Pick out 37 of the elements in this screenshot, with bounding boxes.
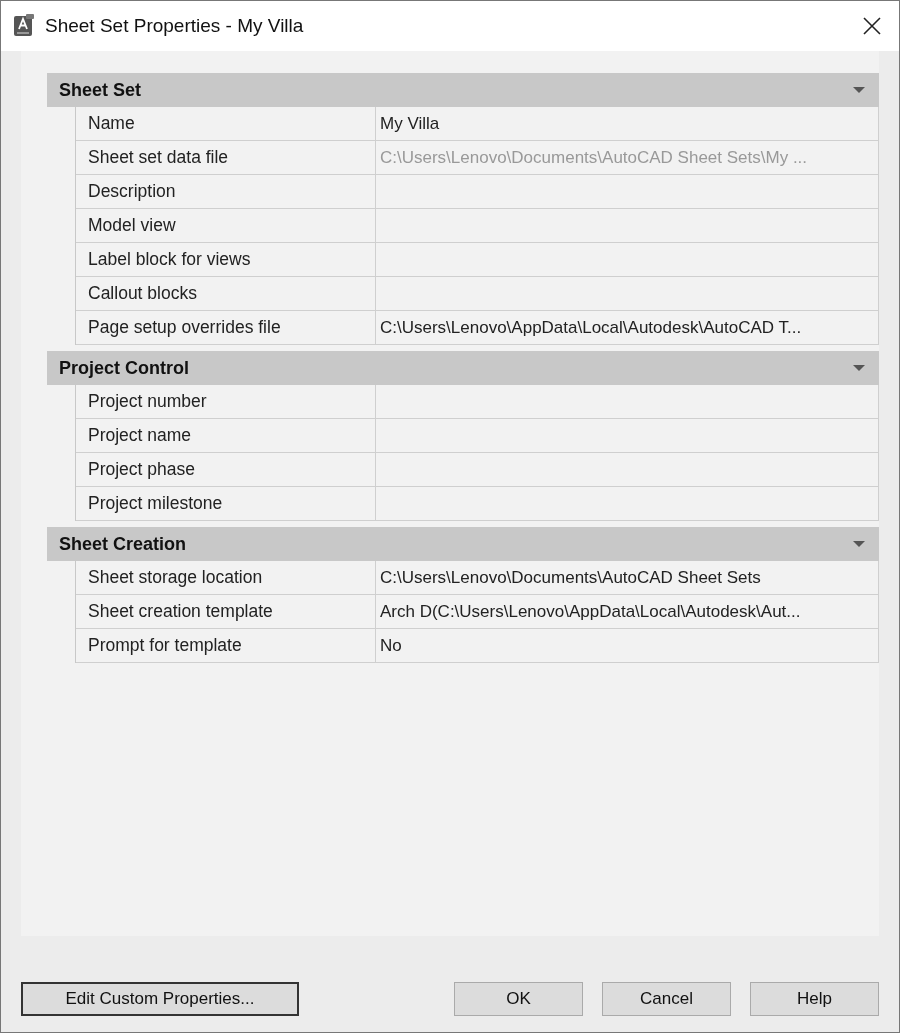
property-value[interactable] [376,277,879,311]
property-value[interactable] [376,243,879,277]
property-name: Project phase [76,453,376,487]
property-value[interactable] [376,209,879,243]
property-name: Sheet creation template [76,595,376,629]
property-value[interactable]: C:\Users\Lenovo\AppData\Local\Autodesk\AutoCAD T... [376,311,879,345]
property-name: Project number [76,385,376,419]
window-title: Sheet Set Properties - My Villa [45,15,305,37]
property-value[interactable]: No [376,629,879,663]
property-name: Sheet set data file [76,141,376,175]
property-value[interactable] [376,453,879,487]
property-name: Label block for views [76,243,376,277]
dialog-button[interactable]: OK [454,982,583,1016]
property-name: Model view [76,209,376,243]
property-name: Page setup overrides file [76,311,376,345]
property-value[interactable]: My Villa [376,107,879,141]
section-header[interactable]: Sheet Set [47,73,879,107]
property-value[interactable]: C:\Users\Lenovo\Documents\AutoCAD Sheet Sets [376,561,879,595]
property-name: Callout blocks [76,277,376,311]
property-name: Project name [76,419,376,453]
property-value[interactable] [376,487,879,521]
dialog-button[interactable]: Edit Custom Properties... [21,982,299,1016]
property-name: Project milestone [76,487,376,521]
app-icon [13,14,35,38]
property-value[interactable] [376,385,879,419]
property-name: Sheet storage location [76,561,376,595]
property-value[interactable] [376,175,879,209]
property-name: Name [76,107,376,141]
property-value[interactable] [376,419,879,453]
section-header[interactable]: Sheet Creation [47,527,879,561]
property-name: Description [76,175,376,209]
close-icon[interactable] [863,17,881,35]
section-header[interactable]: Project Control [47,351,879,385]
dialog-button[interactable]: Help [750,982,879,1016]
dialog-button[interactable]: Cancel [602,982,731,1016]
property-value[interactable]: Arch D(C:\Users\Lenovo\AppData\Local\Autodesk\Aut... [376,595,879,629]
property-name: Prompt for template [76,629,376,663]
